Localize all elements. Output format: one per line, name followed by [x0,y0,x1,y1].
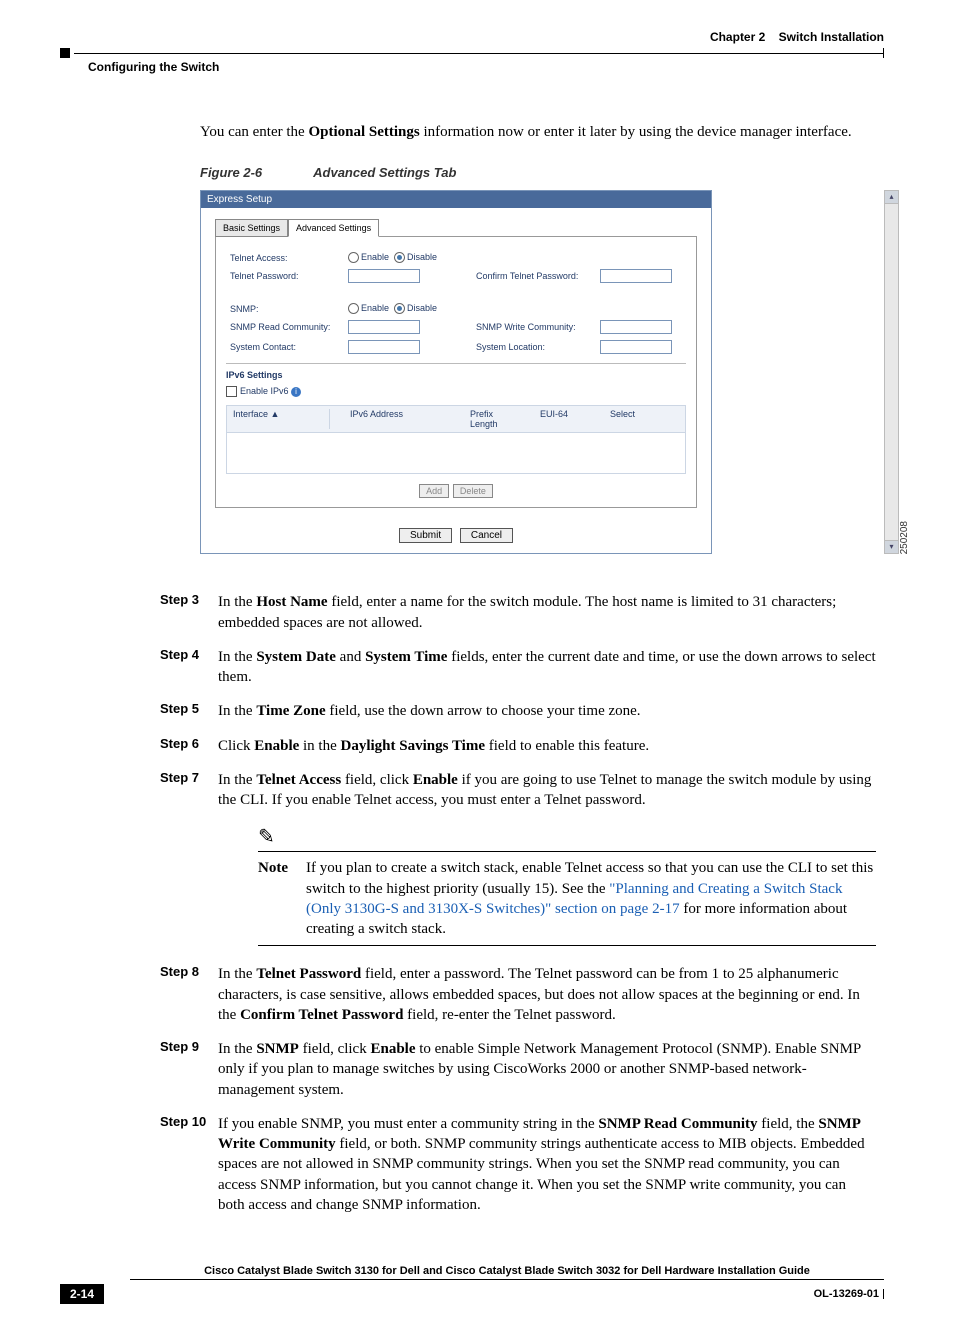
info-icon[interactable]: i [291,387,301,397]
step-4-text: In the System Date and System Time field… [218,647,876,688]
col-interface[interactable]: Interface ▲ [233,409,330,429]
step-6-label: Step 6 [160,736,218,756]
label-enable-ipv6: Enable IPv6 [240,386,289,396]
step-9-text: In the SNMP field, click Enable to enabl… [218,1039,876,1100]
input-telnet-password[interactable] [348,269,420,283]
step-10-text: If you enable SNMP, you must enter a com… [218,1114,876,1215]
label-snmp: SNMP: [226,300,344,317]
window-titlebar: Express Setup [201,191,711,208]
label-telnet-password: Telnet Password: [226,266,344,286]
header-rule [60,48,884,58]
footer-doc-id: OL-13269-01 [814,1288,879,1300]
input-snmp-write[interactable] [600,320,672,334]
col-select: Select [610,409,635,429]
step-4-label: Step 4 [160,647,218,688]
input-sys-contact[interactable] [348,340,420,354]
tab-basic-settings[interactable]: Basic Settings [215,219,288,237]
input-snmp-read[interactable] [348,320,420,334]
scroll-down-icon[interactable]: ▾ [885,540,898,553]
intro-paragraph: You can enter the Optional Settings info… [200,124,874,141]
radio-label-enable: Enable [361,252,389,262]
note-text: If you plan to create a switch stack, en… [306,858,876,939]
figure-image-id: 250208 [899,521,910,554]
scrollbar[interactable]: ▴ ▾ [884,190,899,554]
step-3-text: In the Host Name field, enter a name for… [218,592,876,633]
ipv6-section-title: IPv6 Settings [226,370,686,380]
note-icon: ✎ [258,824,275,849]
radio-label-disable: Disable [407,252,437,262]
col-ipv6addr: IPv6 Address [350,409,450,429]
step-9-label: Step 9 [160,1039,218,1100]
col-eui: EUI-64 [540,409,590,429]
radio-snmp-enable[interactable] [348,303,359,314]
step-8-text: In the Telnet Password field, enter a pa… [218,964,876,1025]
note-box: Note If you plan to create a switch stac… [258,851,876,946]
page-number-badge: 2-14 [60,1284,104,1304]
step-8-label: Step 8 [160,964,218,1025]
note-label: Note [258,858,306,939]
ipv6-table-header: Interface ▲ IPv6 Address Prefix Length E… [226,405,686,433]
radio-snmp-disable[interactable] [394,303,405,314]
tab-advanced-settings[interactable]: Advanced Settings [288,219,379,237]
delete-button[interactable]: Delete [453,484,493,498]
step-7-text: In the Telnet Access field, click Enable… [218,770,876,811]
col-prefix: Prefix Length [470,409,520,429]
intro-pre: You can enter the [200,124,308,140]
step-10-label: Step 10 [160,1114,218,1215]
figure-caption: Figure 2-6 Advanced Settings Tab [200,165,884,180]
header-section-title: Switch Installation [779,30,884,44]
radio-telnet-disable[interactable] [394,252,405,263]
input-confirm-telnet[interactable] [600,269,672,283]
ipv6-table-body [226,433,686,474]
scroll-up-icon[interactable]: ▴ [885,191,898,204]
label-sys-location: System Location: [472,337,596,357]
figure-number: Figure 2-6 [200,165,310,180]
step-3-label: Step 3 [160,592,218,633]
intro-post: information now or enter it later by usi… [420,124,852,140]
header-chapter: Chapter 2 [710,30,765,44]
figure-screenshot: Express Setup Basic SettingsAdvanced Set… [200,190,712,554]
header-left-title: Configuring the Switch [88,60,884,74]
radio-label-disable2: Disable [407,303,437,313]
step-5-label: Step 5 [160,701,218,721]
radio-telnet-enable[interactable] [348,252,359,263]
radio-label-enable2: Enable [361,303,389,313]
step-7-label: Step 7 [160,770,218,811]
label-snmp-write: SNMP Write Community: [472,317,596,337]
figure-title: Advanced Settings Tab [313,165,456,180]
label-telnet-access: Telnet Access: [226,249,344,266]
label-snmp-read: SNMP Read Community: [226,317,344,337]
input-sys-location[interactable] [600,340,672,354]
footer-guide-title: Cisco Catalyst Blade Switch 3130 for Del… [130,1265,884,1280]
submit-button[interactable]: Submit [399,528,452,543]
label-sys-contact: System Contact: [226,337,344,357]
label-confirm-telnet: Confirm Telnet Password: [472,266,596,286]
cancel-button[interactable]: Cancel [460,528,513,543]
step-5-text: In the Time Zone field, use the down arr… [218,701,876,721]
add-button[interactable]: Add [419,484,449,498]
running-header: Chapter 2 Switch Installation [60,30,884,44]
checkbox-enable-ipv6[interactable] [226,386,237,397]
step-6-text: Click Enable in the Daylight Savings Tim… [218,736,876,756]
intro-bold: Optional Settings [308,124,419,140]
